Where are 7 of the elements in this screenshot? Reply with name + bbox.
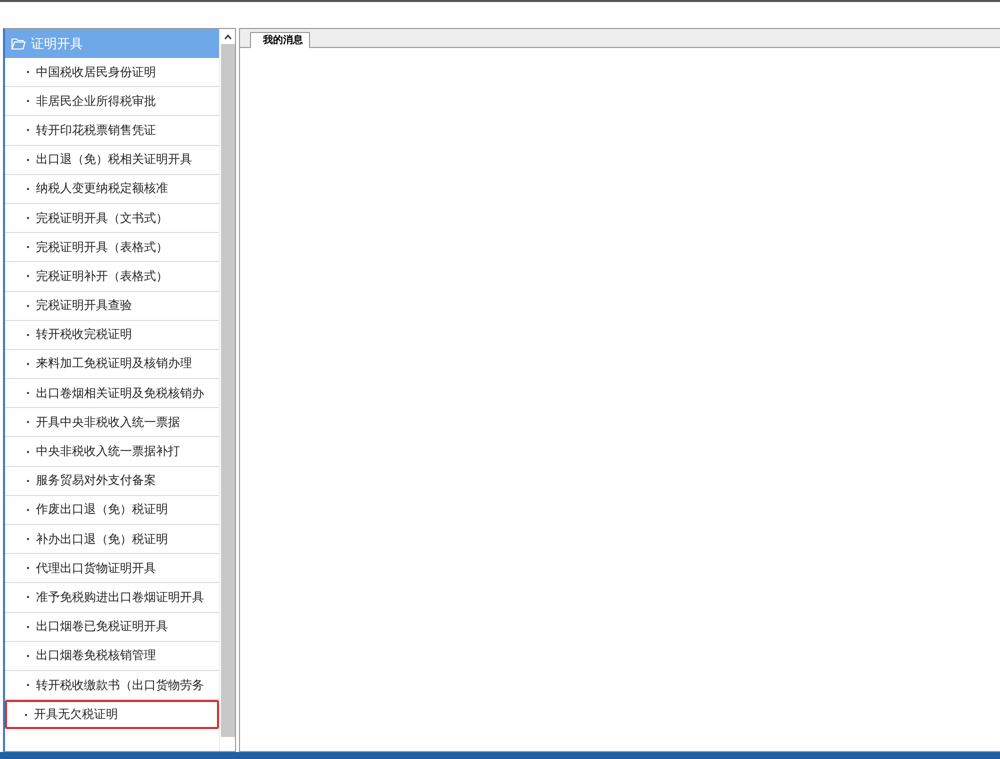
folder-icon — [11, 38, 26, 50]
scroll-thumb[interactable] — [220, 44, 234, 737]
scrollbar[interactable] — [219, 29, 235, 751]
sidebar-item[interactable]: 开具无欠税证明 — [5, 700, 219, 730]
sidebar-title: 证明开具 — [31, 36, 83, 52]
scroll-up-icon[interactable] — [224, 34, 232, 40]
tab[interactable]: 我的消息 — [250, 32, 310, 48]
